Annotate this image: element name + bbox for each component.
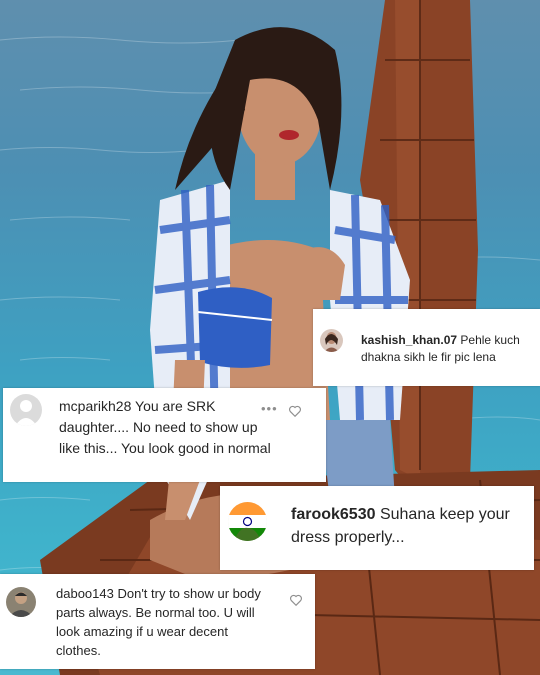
woman-avatar-icon[interactable] xyxy=(320,329,343,352)
comment-card-kashish: kashish_khan.07 Pehle kuch dhakna sikh l… xyxy=(313,309,540,386)
more-options-icon[interactable]: ••• xyxy=(259,401,280,416)
comment-username[interactable]: farook6530 xyxy=(291,506,376,523)
heart-icon[interactable] xyxy=(288,404,302,418)
comment-username[interactable]: daboo143 xyxy=(56,586,114,601)
default-user-avatar-icon[interactable] xyxy=(10,394,42,426)
man-avatar-icon[interactable] xyxy=(6,587,36,617)
heart-icon[interactable] xyxy=(289,593,303,607)
comment-card-daboo: daboo143 Don't try to show ur body parts… xyxy=(0,574,315,669)
india-flag-avatar-icon[interactable] xyxy=(228,502,267,541)
comment-username[interactable]: mcparikh28 xyxy=(59,398,131,414)
comment-card-mcparikh: mcparikh28 You are SRK daughter.... No n… xyxy=(3,388,326,482)
comment-card-farook: farook6530 Suhana keep your dress proper… xyxy=(220,486,534,570)
comment-username[interactable]: kashish_khan.07 xyxy=(361,333,457,347)
